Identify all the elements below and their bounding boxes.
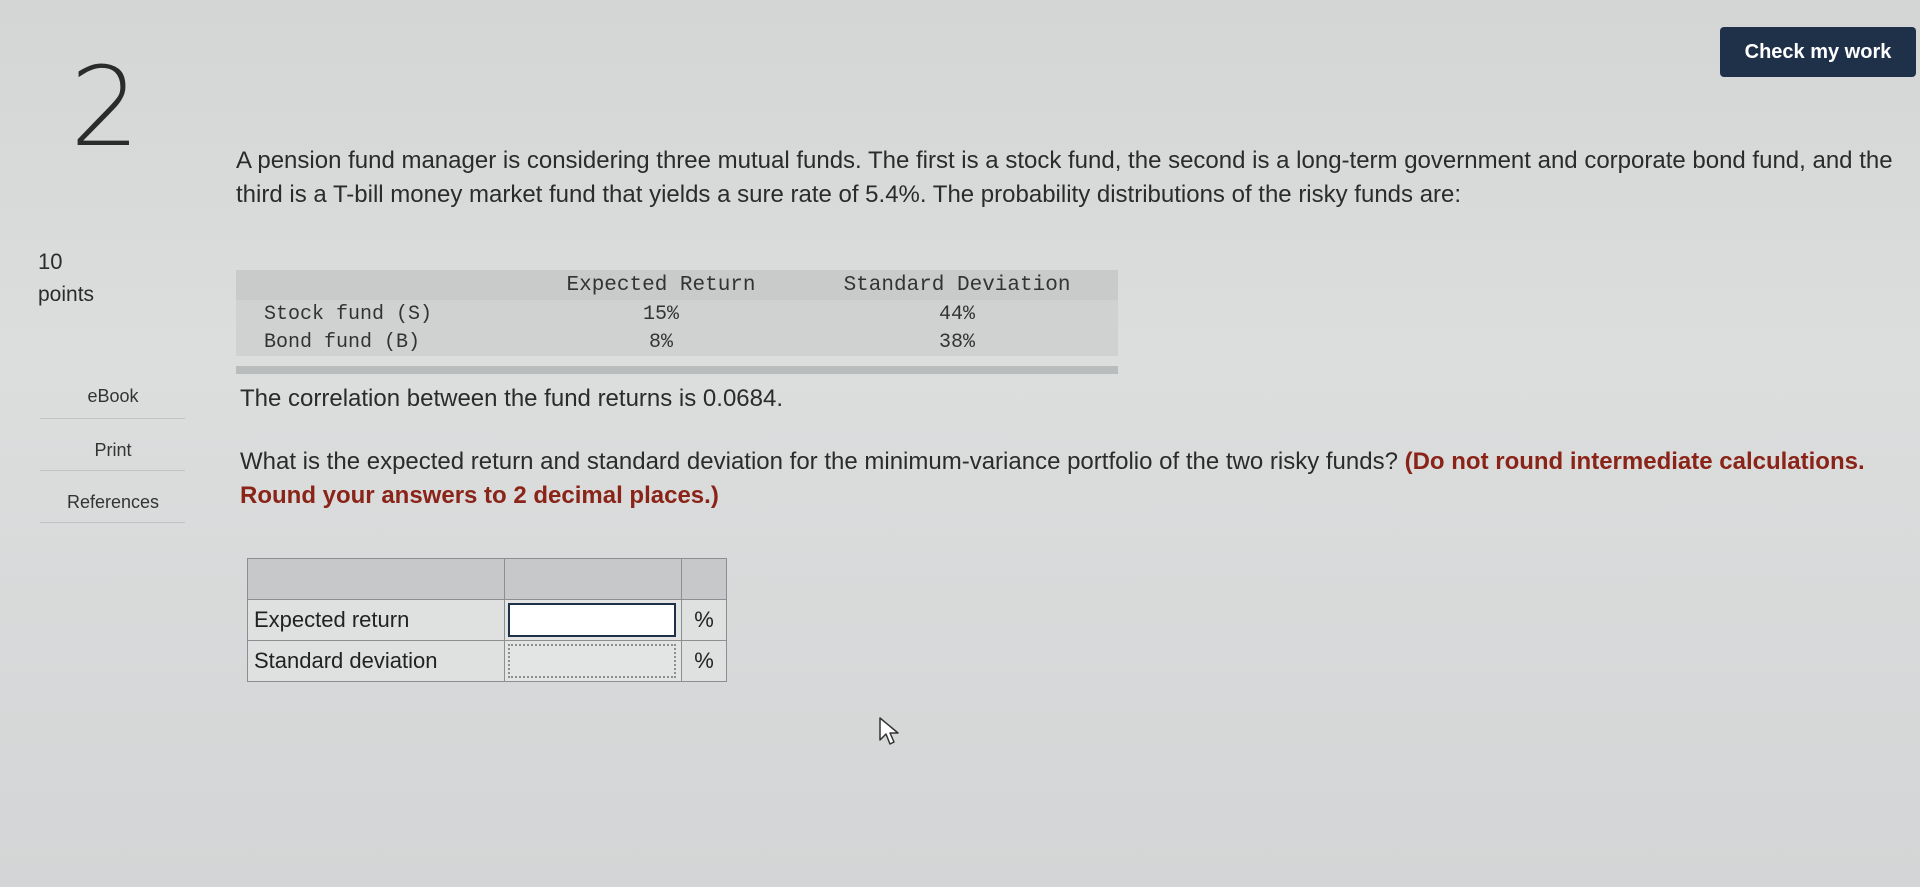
fund-expected-return: 15% (642, 302, 679, 326)
sidebar-item-references[interactable]: References (38, 484, 188, 521)
fund-table-header-std-dev: Standard Deviation (843, 273, 1071, 297)
answer-table-header (247, 558, 727, 600)
question-text: What is the expected return and standard… (240, 448, 1398, 475)
fund-table: Expected Return Standard Deviation Stock… (236, 270, 1118, 374)
points-value: 10 (38, 249, 63, 274)
correlation-text: The correlation between the fund returns… (240, 385, 783, 412)
sidebar-separator (40, 470, 185, 471)
answer-table: Expected return % Standard deviation % (247, 558, 727, 682)
standard-deviation-input[interactable] (508, 644, 676, 678)
answer-row-label: Standard deviation (247, 640, 505, 682)
fund-name: Bond fund (B) (264, 330, 421, 354)
sidebar-item-print[interactable]: Print (38, 432, 188, 469)
answer-input-cell (504, 599, 682, 641)
question-number: 2 (70, 43, 140, 171)
fund-name: Stock fund (S) (264, 302, 433, 326)
points-label: points (38, 283, 95, 306)
answer-header-cell (247, 558, 505, 600)
fund-table-row: Stock fund (S) 15% 44% (236, 300, 1118, 328)
answer-header-cell (681, 558, 727, 600)
check-my-work-button[interactable]: Check my work (1720, 27, 1916, 77)
answer-row-standard-deviation: Standard deviation % (247, 640, 727, 682)
expected-return-input[interactable] (508, 603, 676, 637)
fund-table-row: Bond fund (B) 8% 38% (236, 328, 1118, 356)
answer-row-expected-return: Expected return % (247, 599, 727, 641)
sidebar-item-ebook[interactable]: eBook (38, 378, 188, 415)
unit-label: % (681, 599, 727, 641)
answer-row-label: Expected return (247, 599, 505, 641)
fund-std-dev: 44% (938, 302, 975, 326)
fund-std-dev: 38% (938, 330, 975, 354)
fund-expected-return: 8% (648, 330, 673, 354)
fund-table-header-expected-return: Expected Return (566, 273, 756, 297)
mouse-pointer-icon (879, 717, 899, 745)
sidebar-separator (40, 418, 185, 419)
question-text-block: What is the expected return and standard… (240, 445, 1880, 513)
fund-table-header: Expected Return Standard Deviation (236, 270, 1118, 300)
problem-prompt: A pension fund manager is considering th… (236, 147, 1893, 208)
answer-header-cell (504, 558, 682, 600)
fund-table-footer-rule (236, 366, 1118, 374)
sidebar-separator (40, 522, 185, 523)
answer-input-cell (504, 640, 682, 682)
unit-label: % (681, 640, 727, 682)
